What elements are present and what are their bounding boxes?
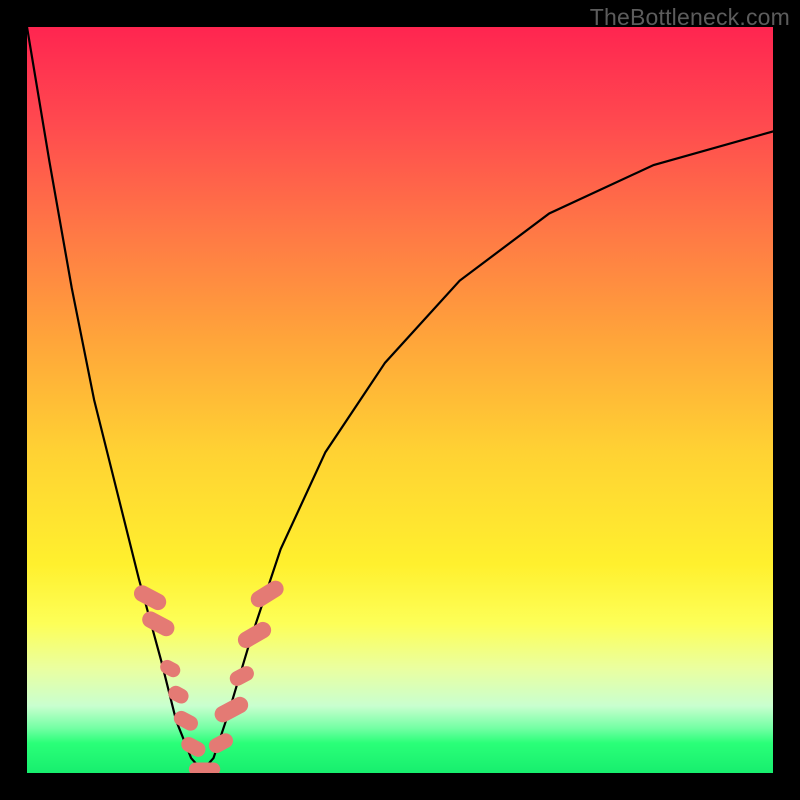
curve-marker <box>248 578 287 611</box>
curve-marker <box>166 683 191 706</box>
curve-marker <box>131 582 169 613</box>
curve-marker <box>171 708 200 733</box>
bottleneck-plot <box>27 27 773 773</box>
curve-marker <box>235 619 274 651</box>
curve-marker <box>189 763 220 773</box>
bottleneck-curve <box>27 27 773 771</box>
curve-marker <box>139 609 177 640</box>
chart-area <box>27 27 773 773</box>
watermark-text: TheBottleneck.com <box>590 4 790 31</box>
curve-marker <box>212 694 251 725</box>
marker-group <box>131 578 287 773</box>
